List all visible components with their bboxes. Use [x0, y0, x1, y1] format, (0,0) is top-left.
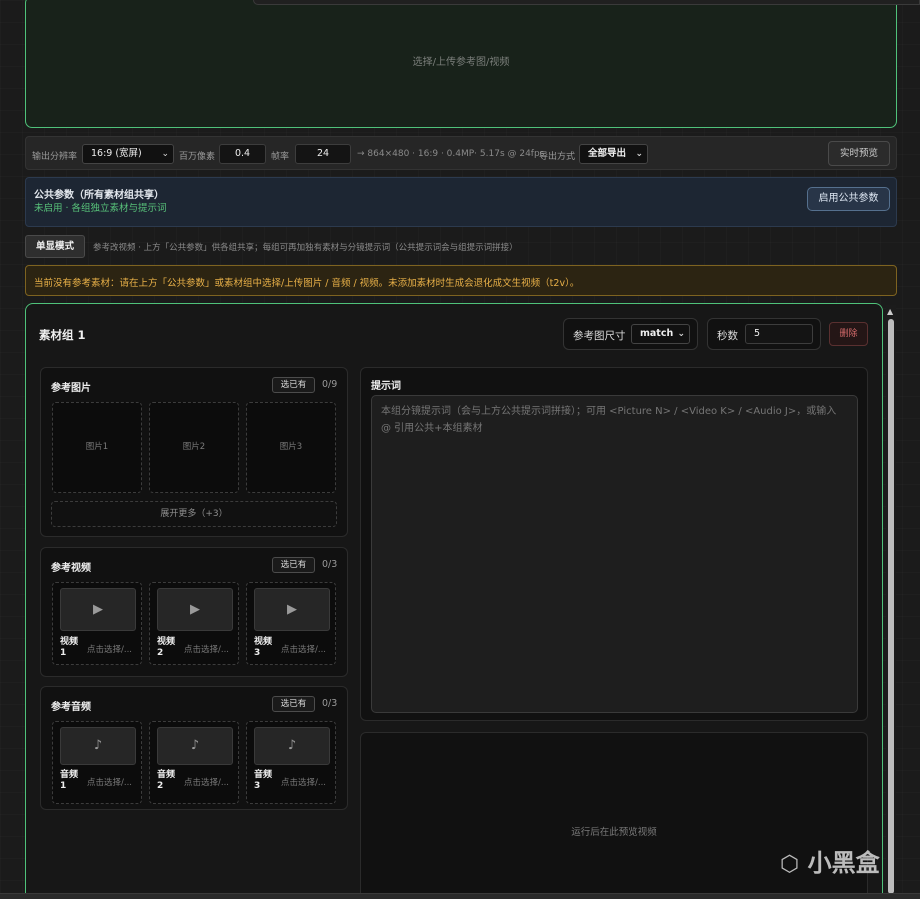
- megapixel-label: 百万像素: [179, 152, 216, 162]
- chevron-down-icon: ⌄: [161, 149, 169, 159]
- audio-slot-name: 音频 3: [254, 770, 273, 791]
- scrollbar-thumb[interactable]: [888, 319, 894, 894]
- enable-common-params-button[interactable]: 启用公共参数: [807, 187, 890, 211]
- chevron-down-icon: ⌄: [677, 329, 685, 339]
- video-slot-name: 视频 1: [60, 637, 79, 658]
- watermark-text: 小黑盒: [807, 849, 880, 877]
- resolution-value: 16:9 (宽屏): [91, 148, 142, 159]
- image-slot-3[interactable]: 图片3: [246, 402, 336, 493]
- audios-pick-existing-button[interactable]: 选已有: [272, 696, 315, 712]
- realtime-preview-button[interactable]: 实时预览: [828, 141, 890, 166]
- music-note-icon: ♪: [157, 727, 233, 765]
- common-params-panel: 公共参数（所有素材组共享） 未启用 · 各组独立素材与提示词 启用公共参数: [25, 177, 897, 227]
- video-slot-3[interactable]: ▶ 视频 3 点击选择/...: [246, 582, 336, 665]
- reference-images-card: 参考图片 选已有 0/9 图片1 图片2 图片3 展开更多（+3）: [40, 367, 348, 537]
- material-group-1: 素材组 1 参考图尺寸 match ⌄ 秒数 5 删除 参考图片 选已有 0/9…: [25, 303, 883, 899]
- videos-pick-existing-button[interactable]: 选已有: [272, 557, 315, 573]
- reference-videos-card: 参考视频 选已有 0/3 ▶ 视频 1 点击选择/... ▶ 视频 2 点击选择…: [40, 547, 348, 677]
- video-slot-hint: 点击选择/...: [184, 645, 229, 655]
- audio-slot-hint: 点击选择/...: [87, 778, 132, 788]
- upload-area[interactable]: 选择/上传参考图/视频: [25, 0, 897, 128]
- image-slot-1[interactable]: 图片1: [52, 402, 142, 493]
- video-slot-name: 视频 2: [157, 637, 176, 658]
- output-settings-bar: 输出分辨率 16:9 (宽屏) ⌄ 百万像素 0.4 帧率 24 → 864×4…: [25, 136, 897, 170]
- audio-slot-3[interactable]: ♪ 音频 3 点击选择/...: [246, 721, 336, 804]
- scroll-up-icon[interactable]: ▲: [887, 307, 893, 316]
- seconds-control: 秒数 5: [707, 318, 821, 350]
- mode-description: 参考改视频 · 上方「公共参数」供各组共享；每组可再加独有素材与分镜提示词（公共…: [93, 243, 518, 253]
- output-summary: → 864×480 · 16:9 · 0.4MP· 5.17s @ 24fps: [357, 149, 545, 159]
- reference-images-title: 参考图片: [51, 383, 91, 394]
- video-slot-name: 视频 3: [254, 637, 273, 658]
- audio-slot-hint: 点击选择/...: [281, 778, 326, 788]
- export-select[interactable]: 全部导出 ⌄: [579, 144, 648, 164]
- group-scrollbar[interactable]: ▲: [886, 305, 896, 899]
- reference-videos-title: 参考视频: [51, 563, 91, 574]
- music-note-icon: ♪: [60, 727, 136, 765]
- heybox-logo-icon: ⬡: [780, 852, 800, 877]
- audio-slot-hint: 点击选择/...: [184, 778, 229, 788]
- ref-size-value: match: [640, 328, 674, 339]
- prompt-textarea[interactable]: [371, 395, 858, 713]
- play-icon: ▶: [60, 588, 136, 631]
- fps-label: 帧率: [271, 152, 290, 162]
- delete-group-button[interactable]: 删除: [829, 322, 868, 346]
- audio-slot-name: 音频 2: [157, 770, 176, 791]
- resolution-select[interactable]: 16:9 (宽屏) ⌄: [82, 144, 174, 164]
- video-slot-2[interactable]: ▶ 视频 2 点击选择/...: [149, 582, 239, 665]
- audios-count: 0/3: [322, 698, 338, 709]
- no-reference-warning: 当前没有参考素材：请在上方「公共参数」或素材组中选择/上传图片 / 音频 / 视…: [25, 265, 897, 296]
- group-title: 素材组 1: [39, 328, 86, 342]
- images-count: 0/9: [322, 379, 338, 390]
- floating-panel-edge: [253, 0, 920, 5]
- ref-size-select[interactable]: match ⌄: [631, 324, 690, 344]
- reference-audios-card: 参考音频 选已有 0/3 ♪ 音频 1 点击选择/... ♪ 音频 2 点击选择…: [40, 686, 348, 810]
- ref-size-control: 参考图尺寸 match ⌄: [563, 318, 698, 350]
- megapixel-input[interactable]: 0.4: [219, 144, 266, 164]
- bottom-status-strip: [0, 893, 920, 899]
- resolution-label: 输出分辨率: [32, 152, 78, 162]
- ref-size-label: 参考图尺寸: [573, 330, 626, 342]
- image-slot-2[interactable]: 图片2: [149, 402, 239, 493]
- prompt-title: 提示词: [371, 381, 401, 392]
- single-view-mode-button[interactable]: 单显模式: [25, 235, 85, 258]
- common-params-title: 公共参数（所有素材组共享）: [34, 190, 164, 201]
- audio-slot-1[interactable]: ♪ 音频 1 点击选择/...: [52, 721, 142, 804]
- prompt-card: 提示词: [360, 367, 868, 721]
- video-slot-1[interactable]: ▶ 视频 1 点击选择/...: [52, 582, 142, 665]
- videos-count: 0/3: [322, 559, 338, 570]
- play-icon: ▶: [254, 588, 330, 631]
- export-label: 导出方式: [539, 152, 576, 162]
- video-slot-hint: 点击选择/...: [281, 645, 326, 655]
- music-note-icon: ♪: [254, 727, 330, 765]
- preview-hint: 运行后在此预览视频: [571, 827, 657, 838]
- reference-audios-title: 参考音频: [51, 702, 91, 713]
- images-pick-existing-button[interactable]: 选已有: [272, 377, 315, 393]
- heybox-watermark: ⬡ 小黑盒: [780, 843, 880, 878]
- audio-slot-2[interactable]: ♪ 音频 2 点击选择/...: [149, 721, 239, 804]
- audio-slot-name: 音频 1: [60, 770, 79, 791]
- play-icon: ▶: [157, 588, 233, 631]
- seconds-label: 秒数: [717, 330, 738, 342]
- upload-hint: 选择/上传参考图/视频: [412, 57, 510, 68]
- export-value: 全部导出: [588, 148, 627, 159]
- fps-input[interactable]: 24: [295, 144, 351, 164]
- expand-more-button[interactable]: 展开更多（+3）: [51, 501, 337, 527]
- chevron-down-icon: ⌄: [635, 149, 643, 159]
- seconds-input[interactable]: 5: [745, 324, 813, 344]
- video-slot-hint: 点击选择/...: [87, 645, 132, 655]
- common-params-status: 未启用 · 各组独立素材与提示词: [34, 203, 167, 214]
